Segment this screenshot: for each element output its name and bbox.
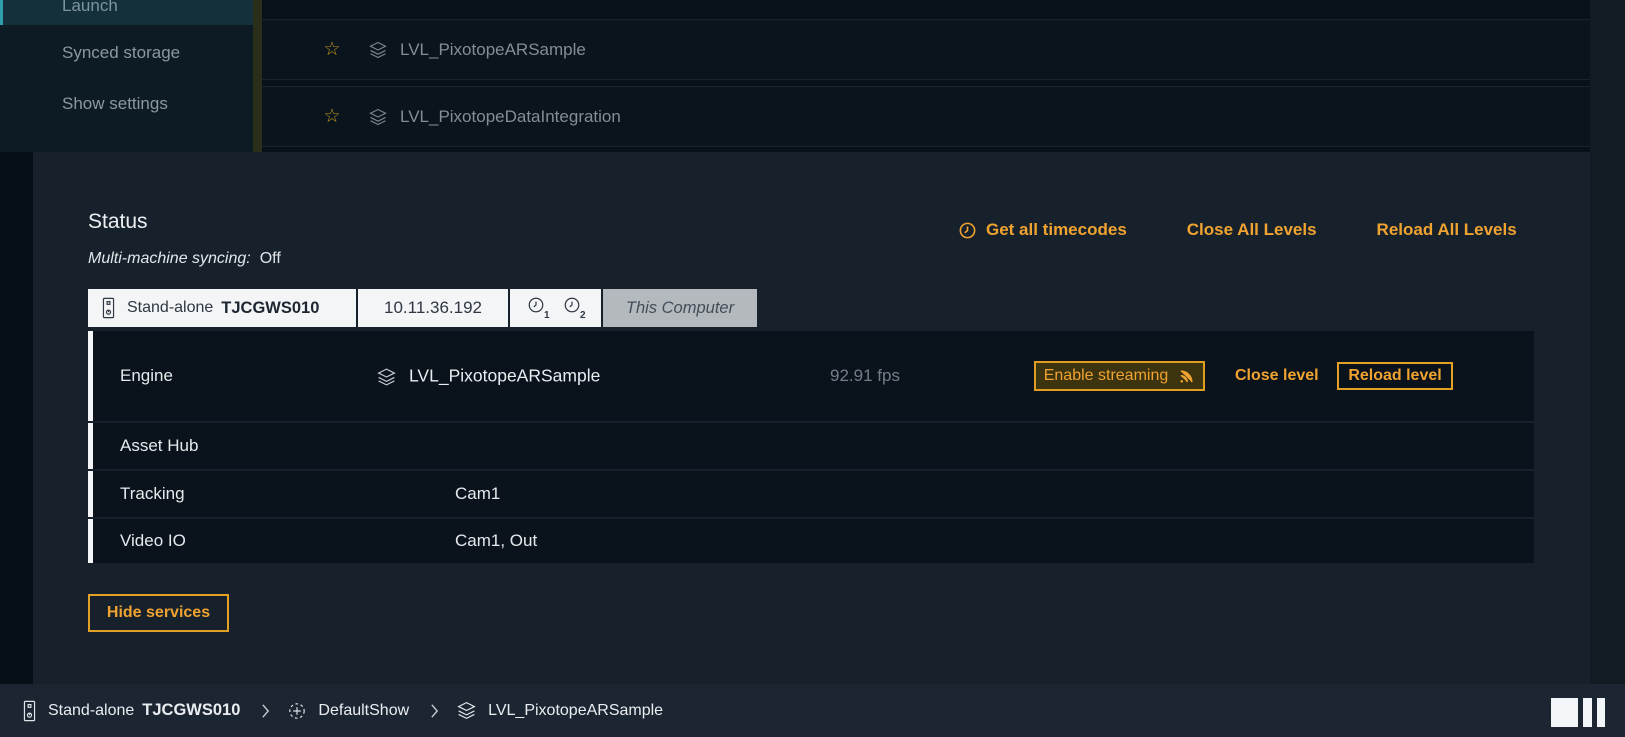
level-layers-icon [368, 107, 388, 127]
favorite-star-icon[interactable]: ☆ [322, 105, 342, 128]
statusbar-level[interactable]: LVL_PixotopeARSample [456, 700, 663, 721]
clock-icon [958, 221, 977, 240]
machine-ip: 10.11.36.192 [384, 298, 482, 318]
statusbar-level-name: LVL_PixotopeARSample [488, 702, 663, 720]
level-layers-icon [376, 366, 396, 386]
sidebar-item-show-settings[interactable]: Show settings [0, 84, 253, 123]
statusbar-mode: Stand-alone [48, 702, 134, 720]
close-all-levels-button[interactable]: Close All Levels [1187, 220, 1317, 240]
service-value: Cam1 [455, 484, 500, 504]
machine-bar: Stand-alone TJCGWS010 10.11.36.192 1 2 [88, 289, 757, 327]
machine-ip-segment: 10.11.36.192 [358, 289, 508, 327]
panel-layout-icon[interactable] [1551, 698, 1605, 727]
enable-streaming-label: Enable streaming [1044, 367, 1169, 385]
reload-level-button[interactable]: Reload level [1337, 362, 1453, 390]
timecode-2-icon[interactable]: 2 [563, 296, 585, 320]
sidebar-divider [253, 0, 262, 152]
panel-actions: Get all timecodes Close All Levels Reloa… [958, 220, 1517, 240]
syncing-value: Off [260, 250, 281, 267]
reload-all-levels-button[interactable]: Reload All Levels [1377, 220, 1517, 240]
right-edge-strip [1590, 0, 1625, 684]
syncing-label: Multi-machine syncing: [88, 250, 251, 267]
service-row-asset-hub: Asset Hub [88, 423, 1534, 469]
hide-services-button[interactable]: Hide services [88, 594, 229, 632]
engine-fps: 92.91 fps [830, 366, 900, 386]
service-value: Cam1, Out [455, 531, 537, 551]
timecode-segment: 1 2 [510, 289, 601, 327]
close-level-button[interactable]: Close level [1235, 367, 1319, 385]
streaming-rss-icon [1178, 368, 1195, 385]
engine-level: LVL_PixotopeARSample [350, 366, 600, 387]
enable-streaming-button[interactable]: Enable streaming [1034, 361, 1205, 391]
status-panel: Status Multi-machine syncing: Off Get all… [33, 152, 1590, 684]
statusbar-show-name: DefaultShow [318, 702, 409, 720]
level-layers-icon [368, 40, 388, 60]
workstation-icon [22, 700, 37, 722]
service-name: Video IO [120, 531, 186, 551]
service-name: Asset Hub [120, 436, 198, 456]
service-name: Engine [120, 366, 173, 386]
multi-machine-syncing: Multi-machine syncing: Off [88, 250, 281, 268]
statusbar-machine-name: TJCGWS010 [142, 701, 240, 720]
timecode-1-icon[interactable]: 1 [527, 296, 549, 320]
machine-mode: Stand-alone [127, 299, 213, 317]
level-list-row[interactable]: ☆ LVL_PixotopeARSample [262, 19, 1590, 80]
workstation-icon [101, 297, 116, 319]
sidebar-item-launch[interactable]: Launch [0, 0, 253, 25]
machine-name: TJCGWS010 [221, 299, 319, 318]
level-name: LVL_PixotopeARSample [400, 40, 586, 60]
service-row-tracking: Tracking Cam1 [88, 471, 1534, 517]
bottom-status-bar: Stand-alone TJCGWS010 DefaultShow [0, 684, 1625, 737]
get-all-timecodes-label: Get all timecodes [986, 220, 1127, 240]
timecode-2-number: 2 [580, 310, 586, 321]
panel-title: Status [88, 210, 148, 234]
pixotope-director-window: Launch Synced storage Show settings ☆ LV… [0, 0, 1625, 737]
chevron-right-icon [429, 703, 440, 719]
service-row-video-io: Video IO Cam1, Out [88, 519, 1534, 563]
sidebar-item-synced-storage[interactable]: Synced storage [0, 33, 253, 72]
level-list: ☆ LVL_PixotopeARSample ☆ LVL_PixotopeDat… [262, 0, 1590, 152]
level-layers-icon [456, 700, 477, 721]
timecode-1-number: 1 [544, 310, 550, 321]
machine-segment[interactable]: Stand-alone TJCGWS010 [88, 289, 356, 327]
get-all-timecodes-button[interactable]: Get all timecodes [958, 220, 1127, 240]
sidebar: Launch Synced storage Show settings [0, 0, 253, 152]
engine-level-name: LVL_PixotopeARSample [409, 366, 600, 387]
level-list-row[interactable]: ☆ LVL_PixotopeDataIntegration [262, 86, 1590, 147]
statusbar-machine[interactable]: Stand-alone TJCGWS010 [22, 700, 240, 722]
layout-rect-mid [1583, 698, 1592, 727]
service-name: Tracking [120, 484, 185, 504]
favorite-star-icon[interactable]: ☆ [322, 38, 342, 61]
layout-rect-small [1597, 698, 1605, 727]
services-table: Engine LVL_PixotopeARSample 92.91 fps En… [88, 331, 1534, 565]
level-name: LVL_PixotopeDataIntegration [400, 107, 621, 127]
layout-rect-large [1551, 698, 1578, 727]
show-gizmo-icon [287, 701, 307, 721]
this-computer-tag: This Computer [603, 289, 757, 327]
chevron-right-icon [260, 703, 271, 719]
statusbar-show[interactable]: DefaultShow [287, 701, 409, 721]
service-row-engine: Engine LVL_PixotopeARSample 92.91 fps En… [88, 331, 1534, 421]
